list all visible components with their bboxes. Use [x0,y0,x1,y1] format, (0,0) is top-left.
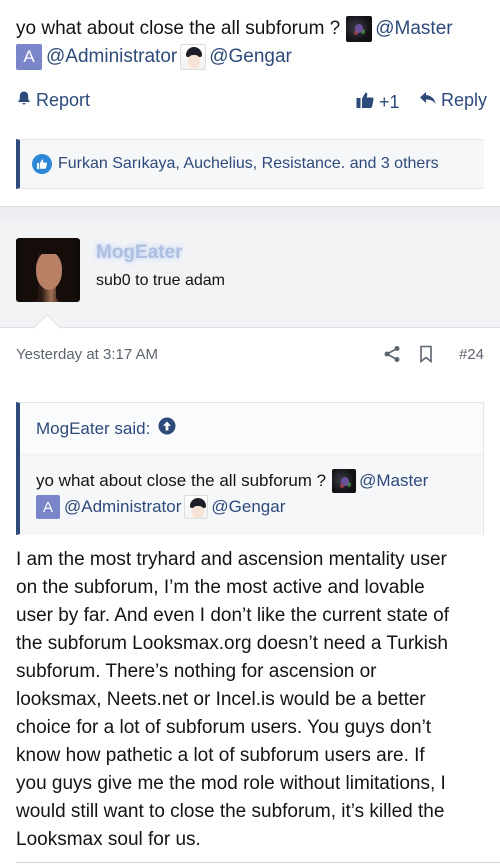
reply-label: Reply [441,90,488,110]
reactions-text: Furkan Sarıkaya, Auchelius, Resistance. … [58,155,439,172]
quote-mention-gengar[interactable]: @Gengar [211,497,285,517]
body-line: subforum. There’s nothing for ascension … [16,661,377,682]
reactions-bar[interactable]: Furkan Sarıkaya, Auchelius, Resistance. … [16,139,484,189]
user-avatar[interactable] [16,238,80,302]
body-line: I am the most tryhard and ascension ment… [16,549,447,570]
like-button[interactable]: +1 [355,90,400,115]
user-title: sub0 to true adam [96,272,225,289]
post1-actions: Report +1 Reply [16,90,487,118]
bell-icon [16,90,32,111]
post-body: I am the most tryhard and ascension ment… [16,546,484,854]
body-line: would still want to close the subforum, … [16,801,445,822]
body-line: user by far. And even I don’t like the c… [16,605,450,626]
quote-body: yo what about close the all subforum ? @… [20,455,483,535]
master-avatar[interactable] [346,16,373,42]
post1-line2: A @Administrator @Gengar [16,44,292,70]
quote-line1: yo what about close the all subforum ? @… [36,469,428,493]
post-timestamp[interactable]: Yesterday at 3:17 AM [16,346,158,363]
body-line: the subforum Looksmax.org doesn’t need a… [16,633,448,654]
quote-mention-administrator[interactable]: @Administrator [64,497,181,517]
report-button[interactable]: Report [16,90,90,111]
body-line: Looksmax soul for us. [16,829,201,850]
bookmark-icon[interactable] [419,345,433,368]
post-divider [0,206,500,220]
post-number[interactable]: #24 [459,346,484,363]
like-count: +1 [379,92,400,112]
body-line: looksmax, Neets.net or Incel.is would be… [16,689,426,710]
share-icon[interactable] [383,345,401,368]
quote-author[interactable]: MogEater said: [36,419,150,439]
quote-master-avatar[interactable] [332,469,357,493]
quote-header[interactable]: MogEater said: [20,403,483,455]
mention-administrator[interactable]: @Administrator [46,46,177,68]
arrow-up-circle-icon[interactable] [158,417,176,440]
reply-button[interactable]: Reply [419,90,487,111]
bottom-divider [16,862,500,863]
quote-mention-master[interactable]: @Master [359,471,428,491]
quote-administrator-avatar[interactable]: A [36,495,60,519]
body-line: choice for a lot of subforum users. You … [16,717,432,738]
gengar-avatar[interactable] [180,44,207,70]
post1-line1: yo what about close the all subforum ? @… [16,16,453,42]
mention-master[interactable]: @Master [375,18,452,40]
administrator-avatar[interactable]: A [16,44,42,70]
reply-arrow-icon [419,90,437,111]
body-line: know how pathetic a lot of subforum user… [16,745,425,766]
like-badge-icon [32,154,52,174]
post1-text: yo what about close the all subforum ? [16,18,341,39]
body-line: you guys give me the mod role without li… [16,773,446,794]
username[interactable]: MogEater [96,242,183,264]
report-label: Report [36,90,91,110]
quote-text: yo what about close the all subforum ? [36,471,327,490]
quote-line2: A @Administrator @Gengar [36,495,285,519]
quote-gengar-avatar[interactable] [184,495,209,519]
thumbs-up-icon [355,90,375,115]
body-line: on the subforum, I’m the most active and… [16,577,425,598]
mention-gengar[interactable]: @Gengar [209,46,292,68]
quote-block: MogEater said: yo what about close the a… [16,402,484,535]
